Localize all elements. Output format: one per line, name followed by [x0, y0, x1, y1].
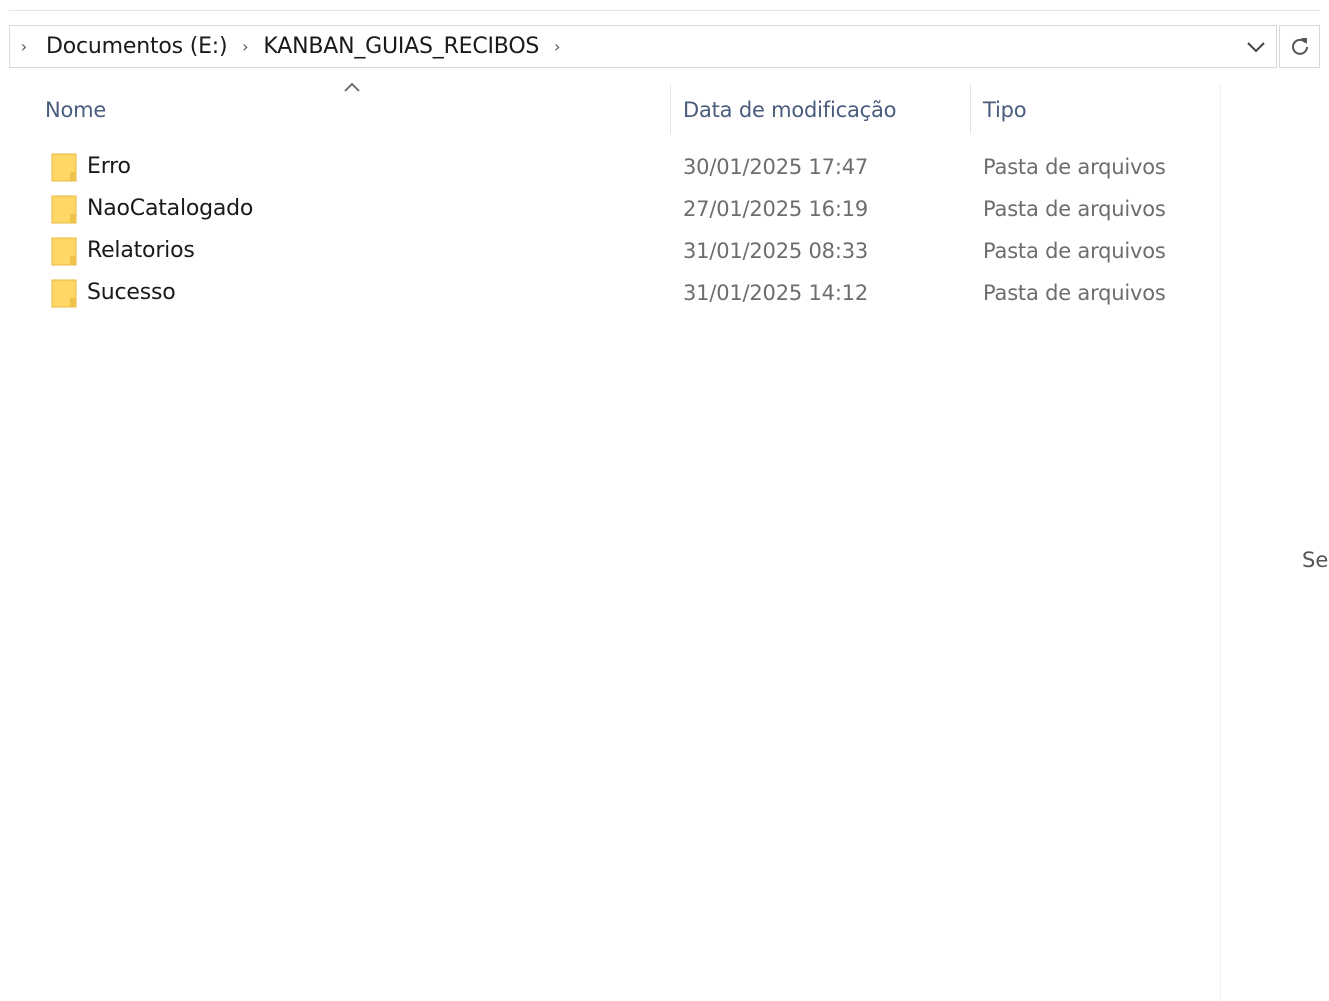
column-header-modified[interactable]: Data de modificação	[683, 90, 897, 130]
file-name: Erro	[87, 154, 131, 179]
file-row-erro[interactable]: Erro 30/01/2025 17:47 Pasta de arquivos	[40, 145, 1215, 187]
breadcrumb-chevron-icon[interactable]: ›	[549, 37, 565, 56]
breadcrumb-chevron-icon[interactable]: ›	[237, 37, 253, 56]
file-row-naocatalogado[interactable]: NaoCatalogado 27/01/2025 16:19 Pasta de …	[40, 187, 1215, 229]
file-type: Pasta de arquivos	[983, 239, 1166, 263]
column-header-name[interactable]: Nome	[45, 90, 106, 130]
file-type: Pasta de arquivos	[983, 155, 1166, 179]
refresh-button[interactable]	[1279, 25, 1320, 68]
file-name: Sucesso	[87, 280, 176, 305]
file-row-sucesso[interactable]: Sucesso 31/01/2025 14:12 Pasta de arquiv…	[40, 271, 1215, 313]
address-history-chevron-down-icon[interactable]	[1242, 26, 1270, 67]
file-explorer: › Documentos (E:) › KANBAN_GUIAS_RECIBOS…	[0, 0, 1329, 1001]
file-modified: 31/01/2025 14:12	[683, 281, 869, 305]
file-modified: 31/01/2025 08:33	[683, 239, 869, 263]
column-header-type[interactable]: Tipo	[983, 90, 1027, 130]
ribbon-divider	[9, 10, 1320, 11]
column-divider[interactable]	[670, 84, 671, 134]
breadcrumb: › Documentos (E:) › KANBAN_GUIAS_RECIBOS…	[10, 26, 569, 67]
file-modified: 30/01/2025 17:47	[683, 155, 869, 179]
file-type: Pasta de arquivos	[983, 197, 1166, 221]
file-row-relatorios[interactable]: Relatorios 31/01/2025 08:33 Pasta de arq…	[40, 229, 1215, 271]
details-pane-text: Se	[1302, 548, 1329, 572]
column-divider[interactable]	[970, 84, 971, 134]
folder-icon	[51, 279, 77, 308]
details-pane-divider	[1220, 84, 1221, 1001]
breadcrumb-item-kanban[interactable]: KANBAN_GUIAS_RECIBOS	[257, 26, 545, 67]
breadcrumb-item-documentos[interactable]: Documentos (E:)	[40, 26, 233, 67]
folder-icon	[51, 195, 77, 224]
folder-icon	[51, 237, 77, 266]
address-bar[interactable]: › Documentos (E:) › KANBAN_GUIAS_RECIBOS…	[9, 25, 1277, 68]
refresh-icon	[1291, 37, 1308, 55]
folder-icon	[51, 153, 77, 182]
file-modified: 27/01/2025 16:19	[683, 197, 869, 221]
breadcrumb-root-chevron-icon[interactable]: ›	[16, 37, 32, 56]
file-name: NaoCatalogado	[87, 196, 254, 221]
file-name: Relatorios	[87, 238, 195, 263]
file-type: Pasta de arquivos	[983, 281, 1166, 305]
sort-ascending-chevron-up-icon	[344, 82, 360, 92]
